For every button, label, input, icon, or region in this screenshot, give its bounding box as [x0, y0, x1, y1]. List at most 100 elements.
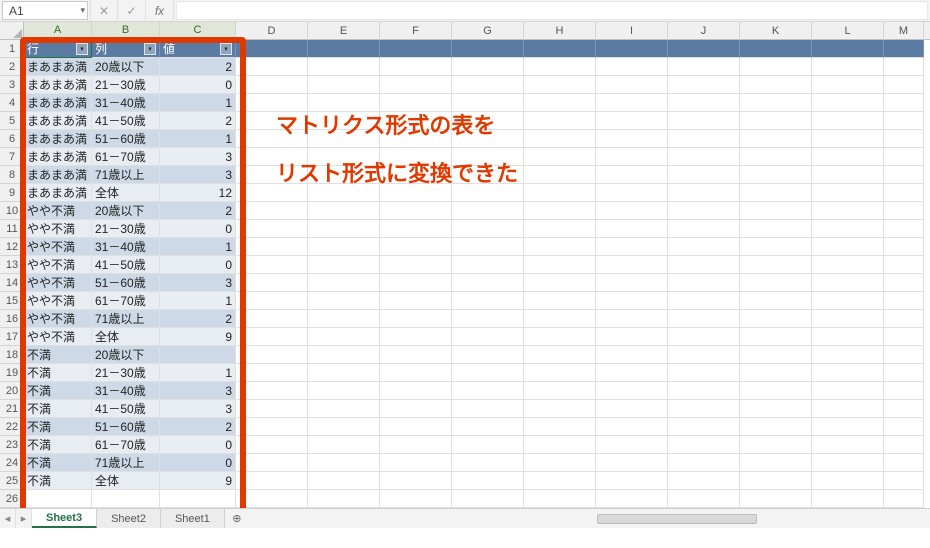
cell-row-label[interactable]: 不満: [24, 472, 92, 490]
empty-cell[interactable]: [380, 346, 452, 364]
empty-cell[interactable]: [452, 328, 524, 346]
empty-cell[interactable]: [884, 400, 924, 418]
cell-col-label[interactable]: 71歳以上: [92, 166, 160, 184]
empty-cell[interactable]: [812, 166, 884, 184]
col-header-f[interactable]: F: [380, 22, 452, 40]
cell-col-label[interactable]: 51－60歳: [92, 274, 160, 292]
empty-cell[interactable]: [452, 292, 524, 310]
empty-cell[interactable]: [24, 490, 92, 508]
cell-col-label[interactable]: 31－40歳: [92, 94, 160, 112]
filter-dropdown-icon[interactable]: ▾: [76, 43, 88, 55]
enter-button[interactable]: ✓: [118, 0, 146, 21]
empty-cell[interactable]: [596, 148, 668, 166]
empty-cell[interactable]: [596, 238, 668, 256]
empty-cell[interactable]: [884, 148, 924, 166]
empty-cell[interactable]: [596, 166, 668, 184]
empty-cell[interactable]: [596, 274, 668, 292]
empty-cell[interactable]: [524, 112, 596, 130]
row-header-21[interactable]: 21: [0, 400, 24, 418]
empty-cell[interactable]: [308, 220, 380, 238]
empty-cell[interactable]: [452, 130, 524, 148]
empty-cell[interactable]: [452, 436, 524, 454]
empty-cell[interactable]: [740, 58, 812, 76]
cell-row-label[interactable]: やや不満: [24, 274, 92, 292]
empty-cell[interactable]: [524, 40, 596, 58]
cell-col-label[interactable]: 41－50歳: [92, 256, 160, 274]
empty-cell[interactable]: [668, 58, 740, 76]
empty-cell[interactable]: [596, 202, 668, 220]
empty-cell[interactable]: [524, 472, 596, 490]
cell-row-label[interactable]: まあまあ満: [24, 166, 92, 184]
empty-cell[interactable]: [308, 364, 380, 382]
empty-cell[interactable]: [236, 274, 308, 292]
cell-col-label[interactable]: 61－70歳: [92, 292, 160, 310]
empty-cell[interactable]: [92, 490, 160, 508]
empty-cell[interactable]: [884, 274, 924, 292]
empty-cell[interactable]: [668, 238, 740, 256]
empty-cell[interactable]: [524, 454, 596, 472]
empty-cell[interactable]: [524, 436, 596, 454]
cell-col-label[interactable]: 41－50歳: [92, 112, 160, 130]
empty-cell[interactable]: [812, 454, 884, 472]
empty-cell[interactable]: [740, 112, 812, 130]
cell-value[interactable]: 1: [160, 238, 236, 256]
select-all-corner[interactable]: [0, 22, 24, 40]
cell-row-label[interactable]: まあまあ満: [24, 148, 92, 166]
empty-cell[interactable]: [308, 490, 380, 508]
empty-cell[interactable]: [380, 454, 452, 472]
empty-cell[interactable]: [308, 400, 380, 418]
empty-cell[interactable]: [524, 292, 596, 310]
empty-cell[interactable]: [884, 202, 924, 220]
empty-cell[interactable]: [812, 130, 884, 148]
row-header-26[interactable]: 26: [0, 490, 24, 508]
col-header-m[interactable]: M: [884, 22, 924, 40]
row-header-2[interactable]: 2: [0, 58, 24, 76]
name-box[interactable]: A1 ▾: [2, 1, 88, 20]
empty-cell[interactable]: [812, 346, 884, 364]
empty-cell[interactable]: [668, 76, 740, 94]
empty-cell[interactable]: [596, 220, 668, 238]
cell-value[interactable]: 0: [160, 220, 236, 238]
empty-cell[interactable]: [668, 130, 740, 148]
empty-cell[interactable]: [452, 40, 524, 58]
empty-cell[interactable]: [740, 418, 812, 436]
cell-value[interactable]: 3: [160, 166, 236, 184]
empty-cell[interactable]: [884, 76, 924, 94]
row-header-6[interactable]: 6: [0, 130, 24, 148]
cell-row-label[interactable]: 不満: [24, 400, 92, 418]
empty-cell[interactable]: [452, 76, 524, 94]
table-header-0[interactable]: 行▾: [24, 40, 92, 58]
empty-cell[interactable]: [380, 40, 452, 58]
empty-cell[interactable]: [452, 454, 524, 472]
empty-cell[interactable]: [236, 310, 308, 328]
empty-cell[interactable]: [524, 58, 596, 76]
empty-cell[interactable]: [308, 40, 380, 58]
empty-cell[interactable]: [884, 220, 924, 238]
empty-cell[interactable]: [308, 472, 380, 490]
empty-cell[interactable]: [812, 220, 884, 238]
empty-cell[interactable]: [524, 490, 596, 508]
empty-cell[interactable]: [812, 40, 884, 58]
empty-cell[interactable]: [668, 472, 740, 490]
empty-cell[interactable]: [380, 166, 452, 184]
empty-cell[interactable]: [524, 148, 596, 166]
empty-cell[interactable]: [668, 418, 740, 436]
insert-function-button[interactable]: fx: [146, 0, 174, 21]
row-header-16[interactable]: 16: [0, 310, 24, 328]
empty-cell[interactable]: [236, 436, 308, 454]
row-header-20[interactable]: 20: [0, 382, 24, 400]
cell-col-label[interactable]: 41－50歳: [92, 400, 160, 418]
empty-cell[interactable]: [596, 310, 668, 328]
empty-cell[interactable]: [596, 112, 668, 130]
empty-cell[interactable]: [236, 400, 308, 418]
empty-cell[interactable]: [452, 112, 524, 130]
empty-cell[interactable]: [308, 382, 380, 400]
empty-cell[interactable]: [596, 76, 668, 94]
cell-row-label[interactable]: まあまあ満: [24, 58, 92, 76]
table-header-2[interactable]: 値▾: [160, 40, 236, 58]
empty-cell[interactable]: [668, 382, 740, 400]
empty-cell[interactable]: [668, 292, 740, 310]
empty-cell[interactable]: [236, 40, 308, 58]
cell-col-label[interactable]: 全体: [92, 472, 160, 490]
empty-cell[interactable]: [596, 58, 668, 76]
